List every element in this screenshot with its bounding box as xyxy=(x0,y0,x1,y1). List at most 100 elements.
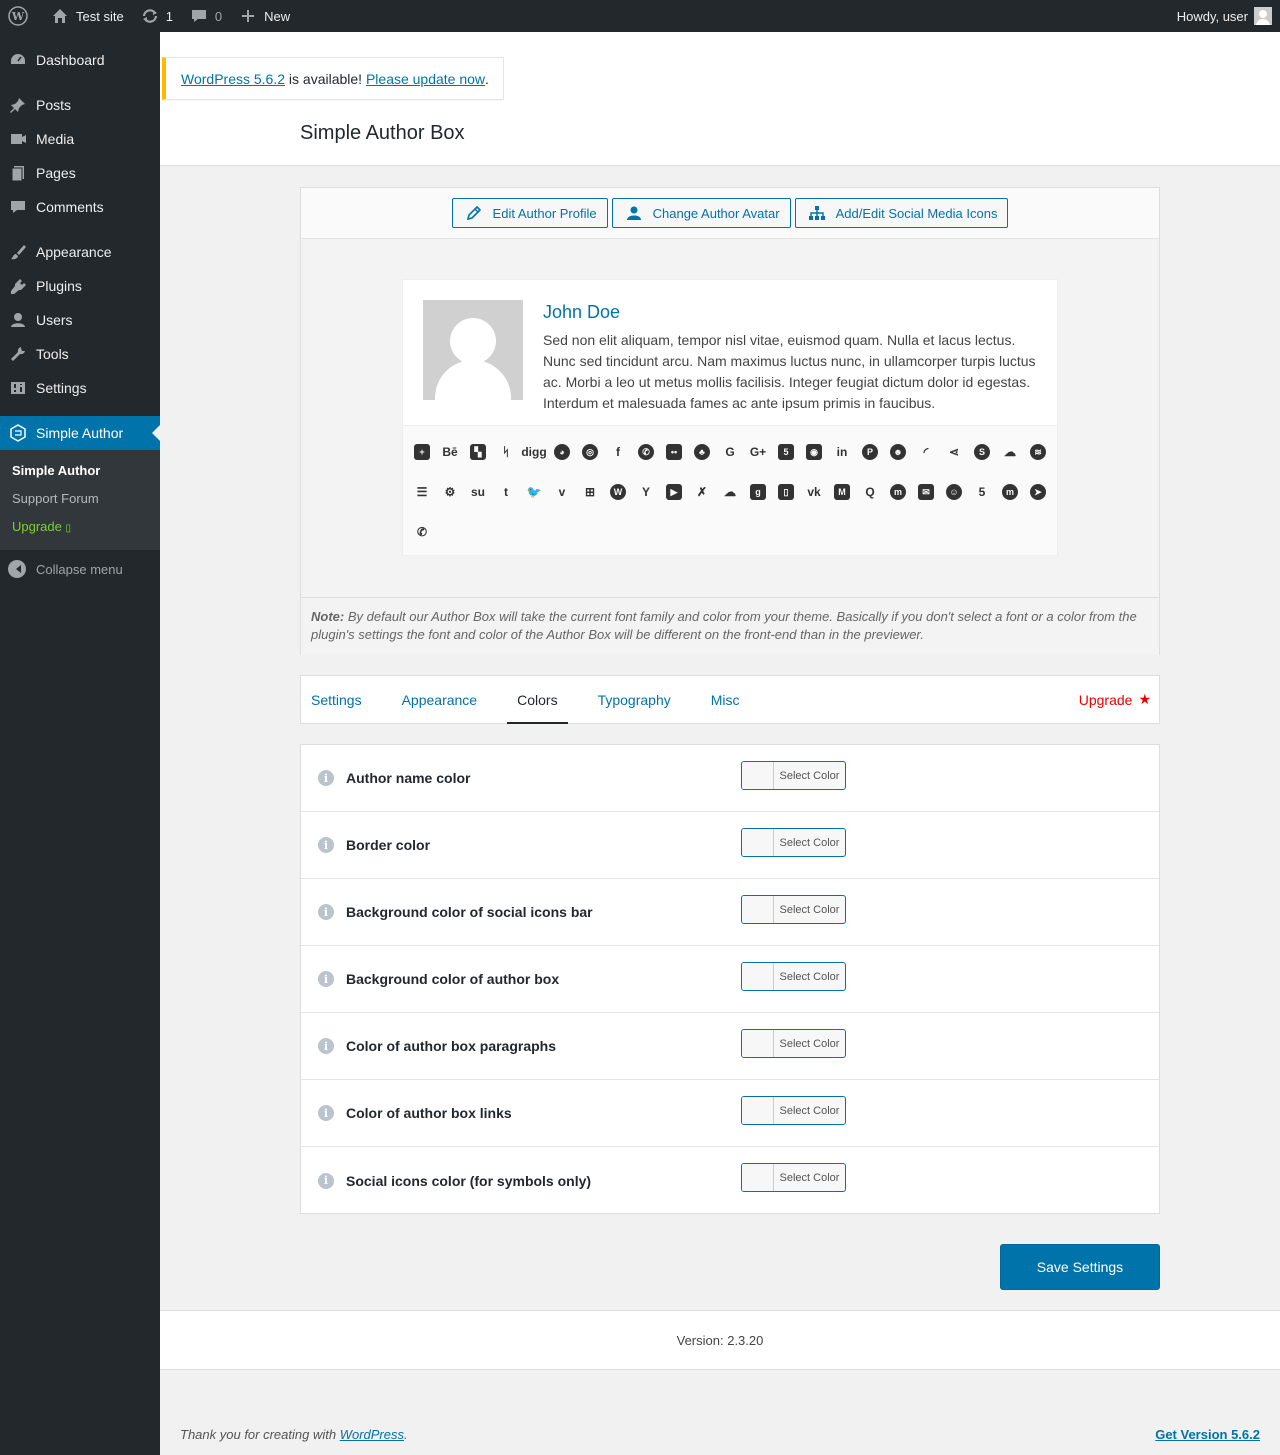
windows-icon[interactable]: ⊞ xyxy=(576,472,604,512)
tab-appearance[interactable]: Appearance xyxy=(392,676,488,723)
deviantart-icon[interactable]: ᛋ xyxy=(492,432,520,472)
info-icon[interactable]: i xyxy=(318,1038,334,1054)
site-name-menu[interactable]: Test site xyxy=(42,0,132,32)
goodreads-icon[interactable]: g xyxy=(744,472,772,512)
steam-icon[interactable]: ⚙ xyxy=(436,472,464,512)
stumbleupon-icon[interactable]: su xyxy=(464,472,492,512)
digg-icon[interactable]: digg xyxy=(520,432,548,472)
change-author-avatar-button[interactable]: Change Author Avatar xyxy=(611,198,791,228)
new-content-menu[interactable]: New xyxy=(230,0,298,32)
behance-icon[interactable]: Bē xyxy=(436,432,464,472)
spotify-icon[interactable]: ≋ xyxy=(1024,432,1052,472)
flickr-icon[interactable]: •• xyxy=(660,432,688,472)
info-icon[interactable]: i xyxy=(318,1172,334,1189)
sidebar-item-media[interactable]: Media xyxy=(0,122,160,156)
mastodon-icon[interactable]: m xyxy=(996,472,1024,512)
snapchat-icon[interactable]: ☺ xyxy=(940,472,968,512)
info-icon[interactable]: i xyxy=(318,837,334,853)
sidebar-item-pages[interactable]: Pages xyxy=(0,156,160,190)
soundcloud-icon[interactable]: ☁ xyxy=(996,432,1024,472)
quora-icon[interactable]: Q xyxy=(856,472,884,512)
sidebar-item-posts[interactable]: Posts xyxy=(0,88,160,122)
color-swatch xyxy=(742,1030,774,1057)
star-icon: ★ xyxy=(1138,691,1151,707)
info-icon[interactable]: i xyxy=(318,904,334,920)
linkedin-icon[interactable]: in xyxy=(828,432,856,472)
googleplus-icon[interactable]: G+ xyxy=(744,432,772,472)
submenu-upgrade[interactable]: Upgrade ▯ xyxy=(0,513,160,541)
medium-icon[interactable]: M xyxy=(828,472,856,512)
select-color-button[interactable]: Select Color xyxy=(741,1029,846,1058)
submenu-support-forum[interactable]: Support Forum xyxy=(0,485,160,513)
select-color-button[interactable]: Select Color xyxy=(741,1163,846,1192)
email-icon[interactable]: ✉ xyxy=(912,472,940,512)
phone-icon[interactable]: ✆ xyxy=(408,512,436,552)
select-color-button[interactable]: Select Color xyxy=(741,828,846,857)
delicious-icon[interactable]: ▚ xyxy=(464,432,492,472)
vimeo-icon[interactable]: v xyxy=(548,472,576,512)
tab-settings[interactable]: Settings xyxy=(301,676,372,723)
sidebar-item-plugins[interactable]: Plugins xyxy=(0,269,160,303)
author-name-link[interactable]: John Doe xyxy=(543,302,620,323)
info-icon[interactable]: i xyxy=(318,1105,334,1121)
info-icon[interactable]: i xyxy=(318,770,334,786)
add-edit-social-icons-button[interactable]: Add/Edit Social Media Icons xyxy=(794,198,1009,228)
submenu-simple-author[interactable]: Simple Author xyxy=(0,457,160,485)
telegram-icon[interactable]: ➤ xyxy=(1024,472,1052,512)
update-now-link[interactable]: Please update now xyxy=(366,71,485,87)
sidebar-item-dashboard[interactable]: Dashboard xyxy=(0,43,160,77)
meetup-icon[interactable]: m xyxy=(884,472,912,512)
twitter-icon[interactable]: 🐦 xyxy=(520,472,548,512)
github-icon[interactable]: ♣ xyxy=(688,432,716,472)
edit-author-profile-button[interactable]: Edit Author Profile xyxy=(451,198,608,228)
whatsapp-icon[interactable]: ✆ xyxy=(632,432,660,472)
twitch-icon[interactable]: ▯ xyxy=(772,472,800,512)
sidebar-item-appearance[interactable]: Appearance xyxy=(0,235,160,269)
get-version-link[interactable]: Get Version 5.6.2 xyxy=(1155,1427,1260,1442)
facebook-icon[interactable]: f xyxy=(604,432,632,472)
addthis-icon[interactable]: + xyxy=(408,432,436,472)
comments-menu[interactable]: 0 xyxy=(181,0,230,32)
xing-icon[interactable]: ✗ xyxy=(688,472,716,512)
instagram-icon[interactable]: ◉ xyxy=(800,432,828,472)
pinterest-icon[interactable]: P xyxy=(856,432,884,472)
mixcloud-icon[interactable]: ☁ xyxy=(716,472,744,512)
stackoverflow-icon[interactable]: ☰ xyxy=(408,472,436,512)
select-color-button[interactable]: Select Color xyxy=(741,895,846,924)
wp-logo-menu[interactable]: W xyxy=(0,0,42,32)
sidebar-item-tools[interactable]: Tools xyxy=(0,337,160,371)
dribbble-icon[interactable]: ◎ xyxy=(576,432,604,472)
reddit-icon[interactable]: ☻ xyxy=(884,432,912,472)
tab-typography[interactable]: Typography xyxy=(588,676,681,723)
sharethis-icon[interactable]: ⋖ xyxy=(940,432,968,472)
500px-icon[interactable]: 5 xyxy=(968,472,996,512)
tab-colors[interactable]: Colors xyxy=(507,676,569,724)
wordpress-version-link[interactable]: WordPress 5.6.2 xyxy=(181,71,285,87)
select-color-button[interactable]: Select Color xyxy=(741,1096,846,1125)
html5-icon[interactable]: 5 xyxy=(772,432,800,472)
updates-menu[interactable]: 1 xyxy=(132,0,181,32)
tumblr-icon[interactable]: t xyxy=(492,472,520,512)
discord-icon[interactable]: ◕ xyxy=(548,432,576,472)
youtube-icon[interactable]: ▶ xyxy=(660,472,688,512)
footer-wordpress-link[interactable]: WordPress xyxy=(340,1427,404,1442)
select-color-button[interactable]: Select Color xyxy=(741,761,846,790)
tab-misc[interactable]: Misc xyxy=(701,676,750,723)
collapse-menu-button[interactable]: Collapse menu xyxy=(0,552,160,586)
rss-icon[interactable]: ◜ xyxy=(912,432,940,472)
save-settings-button[interactable]: Save Settings xyxy=(1000,1244,1160,1290)
select-color-button[interactable]: Select Color xyxy=(741,962,846,991)
google-icon[interactable]: G xyxy=(716,432,744,472)
info-icon[interactable]: i xyxy=(318,971,334,987)
sidebar-item-comments[interactable]: Comments xyxy=(0,190,160,224)
account-menu[interactable]: Howdy, user xyxy=(1177,7,1280,25)
tab-upgrade[interactable]: Upgrade ★ xyxy=(1079,676,1151,723)
sidebar-item-users[interactable]: Users xyxy=(0,303,160,337)
yahoo-icon[interactable]: Y xyxy=(632,472,660,512)
sidebar-item-simple-author[interactable]: Simple Author xyxy=(0,416,160,450)
wordpress-icon[interactable]: W xyxy=(604,472,632,512)
digg-icon-glyph: digg xyxy=(521,445,547,459)
sidebar-item-settings[interactable]: Settings xyxy=(0,371,160,405)
skype-icon[interactable]: S xyxy=(968,432,996,472)
vk-icon[interactable]: vk xyxy=(800,472,828,512)
